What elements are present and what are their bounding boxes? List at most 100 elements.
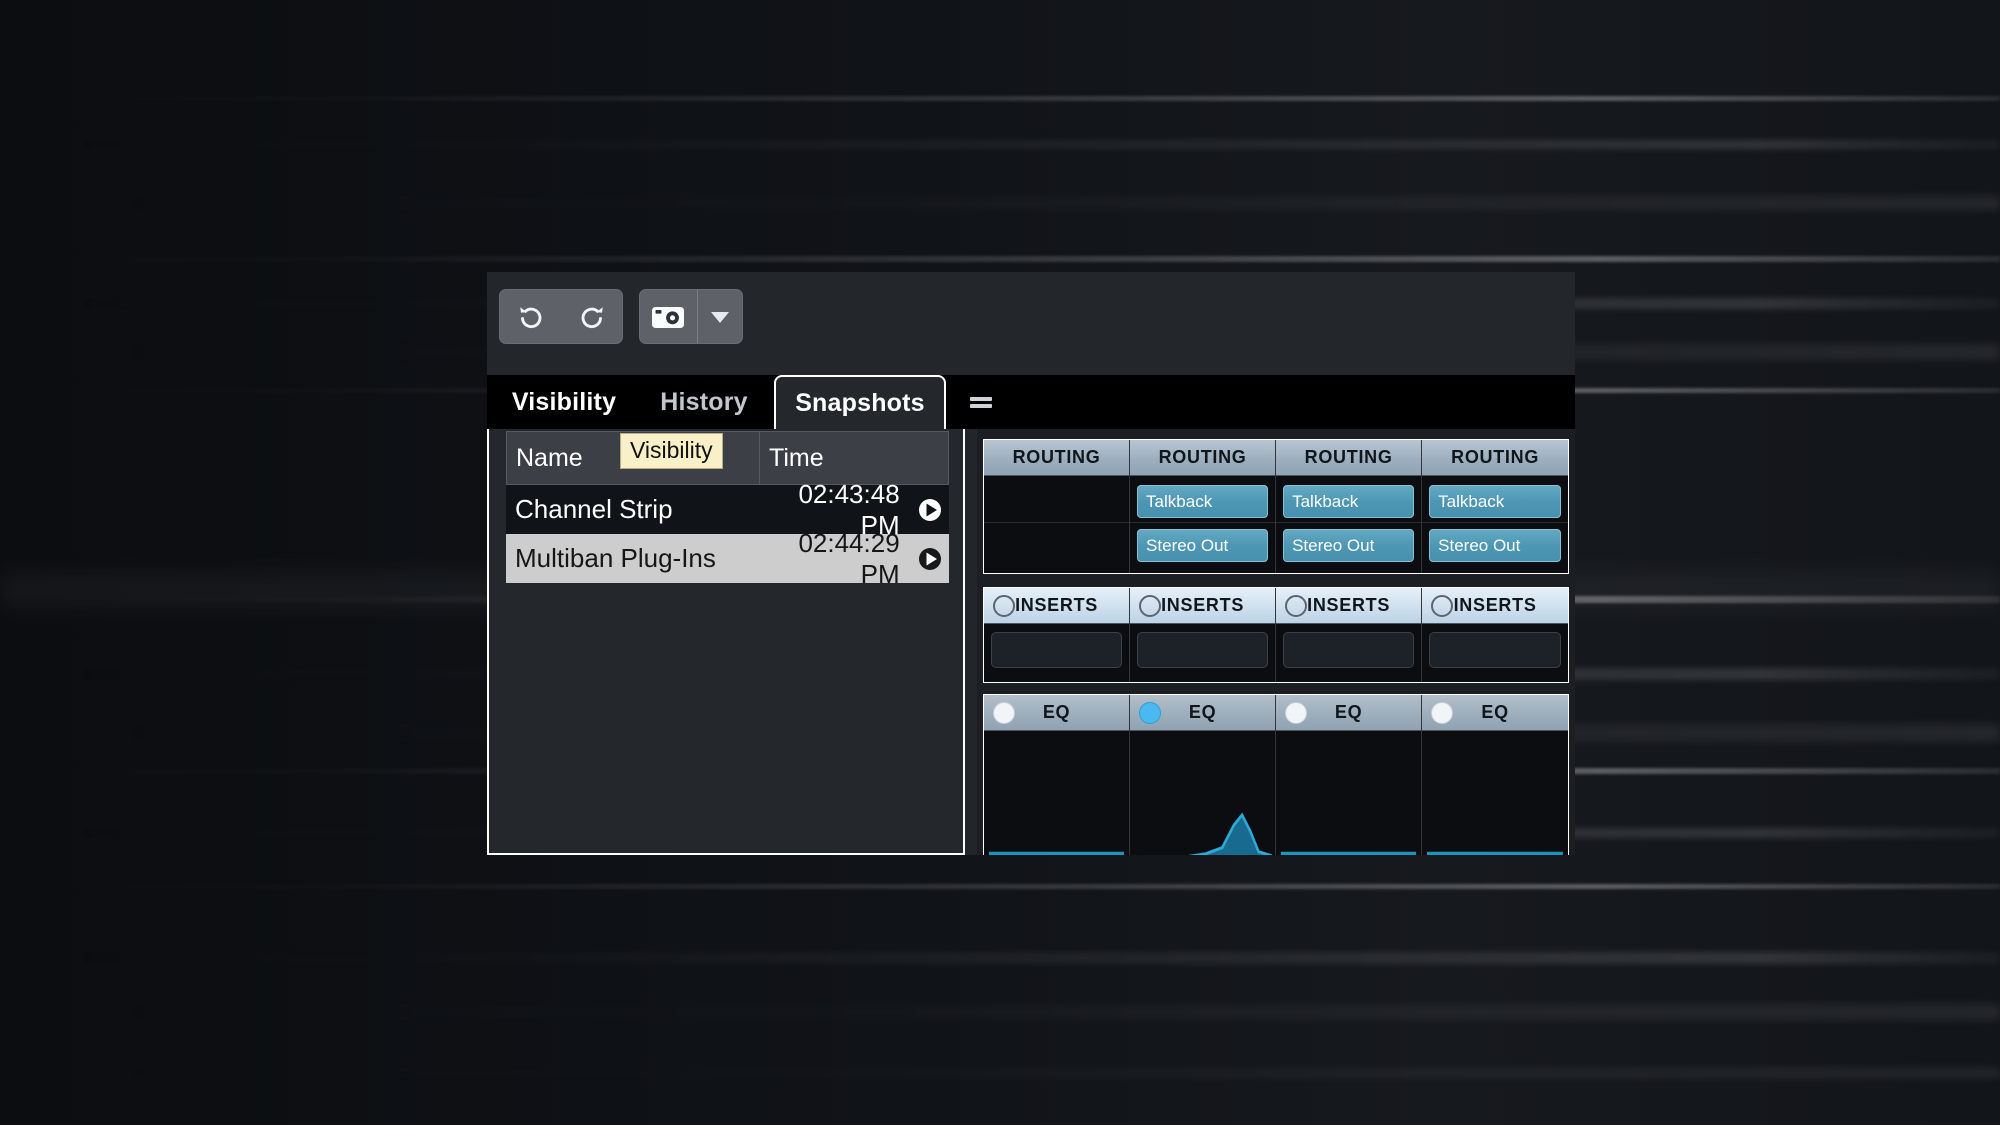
tab-visibility-label: Visibility (511, 387, 617, 416)
eq-section: EQ EQ EQ EQ (983, 694, 1569, 855)
table-header-row: Name Time (506, 431, 949, 485)
recall-play-icon (919, 498, 942, 521)
routing-input-slot[interactable]: Talkback (1283, 485, 1415, 518)
routing-header[interactable]: ROUTING (1130, 440, 1276, 476)
tooltip: Visibility (620, 433, 723, 469)
routing-header[interactable]: ROUTING (1422, 440, 1569, 476)
inserts-section: INSERTS INSERTS INSERTS INSERTS (983, 587, 1569, 683)
tab-snapshots-label: Snapshots (795, 388, 925, 417)
insert-slot[interactable] (1429, 632, 1562, 668)
eq-header[interactable]: EQ (1130, 695, 1276, 731)
routing-output-slot[interactable]: Stereo Out (1429, 529, 1562, 562)
table-row[interactable]: Multiban Plug-Ins 02:44:29 PM (506, 528, 949, 589)
eq-curve-peak (1187, 812, 1273, 855)
toolbar (487, 272, 1575, 375)
channel-strip: INSERTS (1276, 588, 1423, 682)
eq-header-label: EQ (1188, 702, 1217, 722)
eq-body (1276, 731, 1422, 855)
inserts-header-label: INSERTS (1453, 595, 1537, 615)
background-streak (0, 1004, 2000, 1020)
snapshots-table: Name Time Channel Strip 02:43:48 PM Mult… (506, 431, 949, 589)
eq-body (1130, 731, 1276, 855)
redo-button[interactable] (561, 290, 622, 343)
routing-header-label: ROUTING (1304, 447, 1393, 467)
inserts-bypass-toggle[interactable] (1139, 594, 1162, 617)
routing-header[interactable]: ROUTING (1276, 440, 1422, 476)
background-streak (0, 140, 2000, 149)
eq-body (984, 731, 1130, 855)
panel-menu-button[interactable] (961, 375, 1001, 429)
inserts-header[interactable]: INSERTS (1276, 588, 1422, 624)
tab-visibility[interactable]: Visibility (497, 375, 631, 429)
inserts-header-label: INSERTS (1015, 595, 1098, 615)
routing-output-slot[interactable]: Stereo Out (1137, 529, 1269, 562)
inserts-header-label: INSERTS (1161, 595, 1245, 615)
eq-curve-display[interactable] (1130, 731, 1275, 855)
tab-history[interactable]: History (647, 375, 761, 429)
snapshot-options-button[interactable] (698, 290, 743, 343)
channel-strip: ROUTING (984, 440, 1131, 573)
divider (984, 522, 1130, 523)
inserts-body (1276, 624, 1422, 682)
divider (1422, 522, 1569, 523)
inserts-header-label: INSERTS (1307, 595, 1391, 615)
eq-header-label: EQ (1481, 702, 1509, 722)
inserts-header[interactable]: INSERTS (1422, 588, 1569, 624)
inserts-header[interactable]: INSERTS (984, 588, 1130, 624)
channel-strip: INSERTS (984, 588, 1131, 682)
routing-header-label: ROUTING (1451, 447, 1540, 467)
tab-history-label: History (660, 387, 748, 416)
tooltip-label: Visibility (630, 437, 713, 463)
snapshots-panel: Name Time Channel Strip 02:43:48 PM Mult… (487, 429, 965, 855)
eq-enable-toggle[interactable] (993, 701, 1015, 724)
eq-curve-flat (1427, 851, 1564, 855)
take-snapshot-button[interactable] (640, 290, 697, 343)
eq-header[interactable]: EQ (1422, 695, 1569, 731)
undo-arrow-icon (519, 306, 541, 328)
inserts-bypass-toggle[interactable] (1431, 594, 1454, 617)
channel-strip: INSERTS (1422, 588, 1569, 682)
snapshot-name: Channel Strip (515, 494, 673, 524)
eq-curve-display[interactable] (1422, 731, 1568, 855)
insert-slot[interactable] (1283, 632, 1415, 668)
routing-body: Talkback Stereo Out (1276, 476, 1422, 573)
tab-snapshots[interactable]: Snapshots (774, 375, 946, 429)
background-streak (0, 96, 2000, 101)
eq-header[interactable]: EQ (1276, 695, 1422, 731)
undo-redo-group (499, 289, 623, 344)
eq-enable-toggle[interactable] (1431, 701, 1454, 724)
eq-header[interactable]: EQ (984, 695, 1130, 731)
channel-strip: ROUTING Talkback Stereo Out (1422, 440, 1569, 573)
eq-header-label: EQ (1334, 702, 1363, 722)
routing-input-slot[interactable]: Talkback (1429, 485, 1562, 518)
recall-snapshot-button[interactable] (912, 546, 949, 572)
inserts-bypass-toggle[interactable] (993, 594, 1015, 617)
insert-slot[interactable] (991, 632, 1123, 668)
snapshot-name: Multiban Plug-Ins (515, 543, 716, 573)
column-header-name-label: Name (516, 443, 583, 472)
eq-curve-display[interactable] (984, 731, 1129, 855)
eq-curve-display[interactable] (1276, 731, 1421, 855)
channel-strip: ROUTING Talkback Stereo Out (1276, 440, 1423, 573)
routing-input-slot[interactable]: Talkback (1137, 485, 1269, 518)
eq-enable-toggle[interactable] (1285, 701, 1308, 724)
channel-strip: EQ (1422, 695, 1569, 855)
background-streak (0, 256, 2000, 262)
column-header-time[interactable]: Time (760, 432, 948, 484)
divider (1130, 522, 1276, 523)
routing-header-label: ROUTING (1012, 447, 1101, 467)
inserts-bypass-toggle[interactable] (1285, 594, 1308, 617)
undo-button[interactable] (500, 290, 561, 343)
routing-section: ROUTING ROUTING Talkback Stereo Out ROUT… (983, 439, 1569, 574)
recall-snapshot-button[interactable] (912, 497, 949, 523)
channel-strip: ROUTING Talkback Stereo Out (1130, 440, 1277, 573)
triangle-down-icon (710, 311, 729, 323)
eq-enable-toggle[interactable] (1139, 701, 1162, 724)
routing-output-slot[interactable]: Stereo Out (1283, 529, 1415, 562)
insert-slot[interactable] (1137, 632, 1269, 668)
routing-body: Talkback Stereo Out (1130, 476, 1276, 573)
inserts-body (1130, 624, 1276, 682)
eq-curve-flat (1281, 851, 1417, 855)
routing-header[interactable]: ROUTING (984, 440, 1130, 476)
inserts-header[interactable]: INSERTS (1130, 588, 1276, 624)
